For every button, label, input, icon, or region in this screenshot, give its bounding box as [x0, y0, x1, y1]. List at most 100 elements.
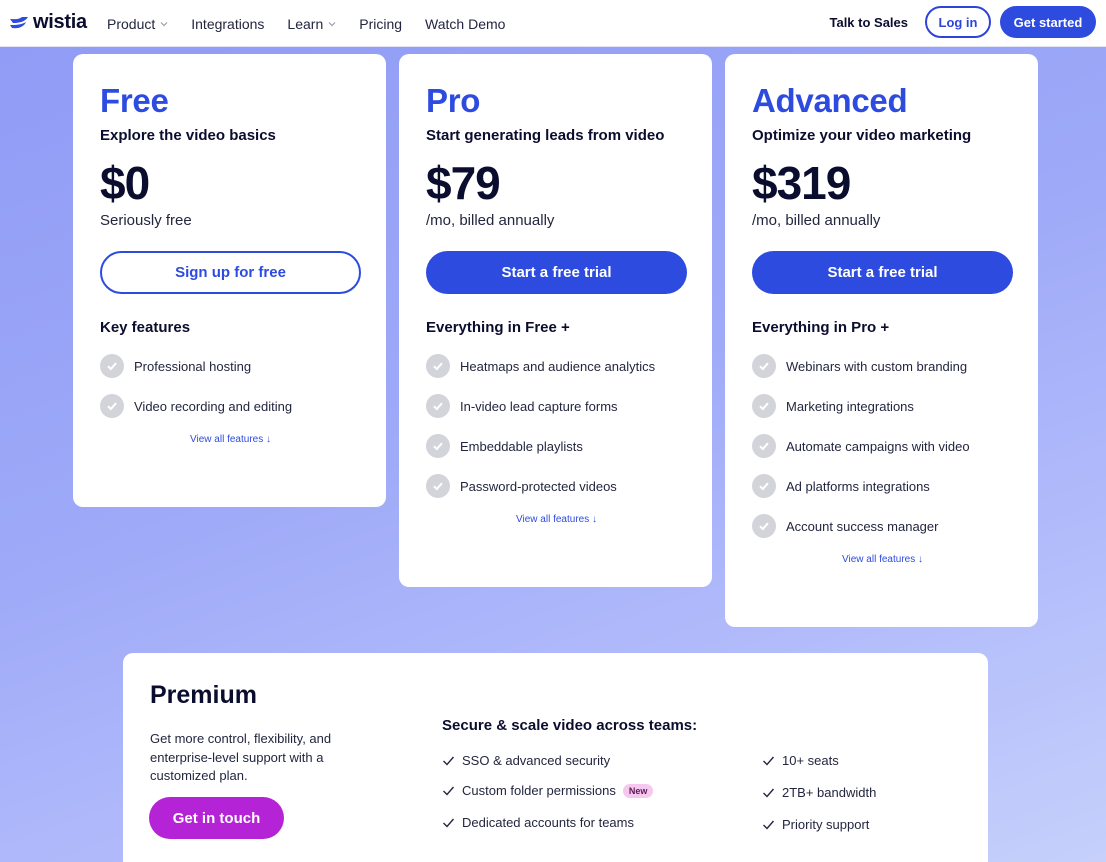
start-free-trial-button[interactable]: Start a free trial — [752, 251, 1013, 294]
premium-feature-item: 10+ seats — [762, 753, 839, 768]
brand-name: wistia — [33, 11, 87, 33]
checkmark-icon — [763, 788, 775, 798]
checkmark-icon — [763, 820, 775, 830]
feature-item: Account success manager — [752, 514, 1011, 538]
features-heading: Everything in Pro + — [752, 319, 890, 336]
nav-actions: Talk to Sales Log in Get started — [829, 6, 1096, 38]
plan-price: $319 — [752, 157, 851, 209]
chevron-down-icon — [160, 21, 168, 26]
nav-item-integrations[interactable]: Integrations — [191, 16, 264, 32]
check-icon — [426, 474, 450, 498]
check-icon — [752, 394, 776, 418]
feature-label: Embeddable playlists — [460, 438, 583, 454]
plan-price-note: Seriously free — [100, 212, 192, 229]
feature-list: Webinars with custom branding Marketing … — [752, 354, 1011, 538]
feature-label: Marketing integrations — [786, 398, 914, 414]
check-icon — [426, 394, 450, 418]
premium-feature-item: Priority support — [762, 817, 869, 832]
premium-title: Premium — [150, 681, 257, 709]
nav-item-pricing[interactable]: Pricing — [359, 16, 402, 32]
premium-feature-item: Dedicated accounts for teams — [442, 815, 634, 830]
feature-item: Video recording and editing — [100, 394, 359, 418]
premium-feature-label: 10+ seats — [782, 753, 839, 768]
talk-to-sales-link[interactable]: Talk to Sales — [829, 15, 908, 30]
checkmark-icon — [443, 786, 455, 796]
premium-feature-label: Priority support — [782, 817, 870, 832]
feature-item: Ad platforms integrations — [752, 474, 1011, 498]
nav-item-label: Integrations — [191, 15, 265, 32]
plan-card-premium: Premium Get more control, flexibility, a… — [123, 653, 988, 862]
plan-tagline: Start generating leads from video — [426, 127, 665, 144]
plan-tagline: Explore the video basics — [100, 127, 276, 144]
premium-feature-label: 2TB+ bandwidth — [782, 785, 877, 800]
premium-feature-label: Dedicated accounts for teams — [462, 815, 634, 830]
plan-name: Pro — [426, 82, 481, 119]
plan-name: Free — [100, 82, 169, 119]
check-icon — [752, 514, 776, 538]
feature-item: Marketing integrations — [752, 394, 1011, 418]
wistia-logo-icon — [10, 16, 28, 28]
feature-label: Automate campaigns with video — [786, 438, 970, 454]
check-icon — [426, 354, 450, 378]
premium-feature-item: SSO & advanced security — [442, 753, 610, 768]
feature-label: Webinars with custom branding — [786, 358, 968, 374]
nav-item-watch-demo[interactable]: Watch Demo — [425, 16, 505, 32]
plan-card-pro: Pro Start generating leads from video $7… — [399, 54, 712, 587]
feature-label: Ad platforms integrations — [786, 478, 930, 494]
nav-item-label: Learn — [287, 15, 324, 32]
checkmark-icon — [443, 818, 455, 828]
view-all-features-link[interactable]: View all features ↓ — [426, 514, 687, 525]
top-navigation: wistia Product Integrations Learn Pricin… — [0, 0, 1106, 47]
premium-description: Get more control, flexibility, and enter… — [150, 731, 332, 783]
plan-tagline: Optimize your video marketing — [752, 127, 972, 144]
premium-feature-label: Custom folder permissions — [462, 783, 616, 798]
get-in-touch-button[interactable]: Get in touch — [149, 797, 284, 839]
nav-item-label: Pricing — [359, 15, 403, 32]
view-all-features-link[interactable]: View all features ↓ — [752, 554, 1013, 565]
features-heading: Everything in Free + — [426, 319, 570, 336]
plan-name: Advanced — [752, 82, 908, 119]
feature-label: In-video lead capture forms — [460, 398, 618, 414]
feature-label: Account success manager — [786, 518, 939, 534]
plan-price: $79 — [426, 157, 501, 209]
check-icon — [426, 434, 450, 458]
plan-price-note: /mo, billed annually — [752, 212, 881, 229]
chevron-down-icon — [328, 21, 336, 26]
plan-price: $0 — [100, 157, 150, 209]
premium-feature-label: SSO & advanced security — [462, 753, 611, 768]
login-button[interactable]: Log in — [925, 6, 991, 38]
feature-list: Heatmaps and audience analytics In-video… — [426, 354, 685, 498]
check-icon — [100, 394, 124, 418]
wistia-logo[interactable]: wistia — [9, 11, 87, 34]
feature-item: Professional hosting — [100, 354, 359, 378]
premium-feature-item: Custom folder permissions New — [442, 783, 654, 798]
feature-item: Automate campaigns with video — [752, 434, 1011, 458]
checkmark-icon — [763, 756, 775, 766]
feature-label: Heatmaps and audience analytics — [460, 358, 656, 374]
check-icon — [752, 354, 776, 378]
new-badge: New — [622, 783, 654, 798]
feature-label: Video recording and editing — [134, 398, 293, 414]
feature-label: Professional hosting — [134, 358, 252, 374]
feature-item: In-video lead capture forms — [426, 394, 685, 418]
feature-item: Password-protected videos — [426, 474, 685, 498]
feature-label: Password-protected videos — [460, 478, 617, 494]
feature-list: Professional hosting Video recording and… — [100, 354, 359, 418]
feature-item: Embeddable playlists — [426, 434, 685, 458]
premium-features-heading: Secure & scale video across teams: — [442, 717, 698, 734]
view-all-features-link[interactable]: View all features ↓ — [100, 434, 361, 445]
plan-card-advanced: Advanced Optimize your video marketing $… — [725, 54, 1038, 627]
start-free-trial-button[interactable]: Start a free trial — [426, 251, 687, 294]
check-icon — [100, 354, 124, 378]
features-heading: Key features — [100, 319, 191, 336]
check-icon — [752, 434, 776, 458]
feature-item: Heatmaps and audience analytics — [426, 354, 685, 378]
sign-up-button[interactable]: Sign up for free — [100, 251, 361, 294]
nav-item-product[interactable]: Product — [107, 16, 168, 32]
premium-feature-item: 2TB+ bandwidth — [762, 785, 876, 800]
get-started-button[interactable]: Get started — [1000, 6, 1096, 38]
check-icon — [752, 474, 776, 498]
nav-item-label: Watch Demo — [425, 15, 506, 32]
nav-item-learn[interactable]: Learn — [287, 16, 336, 32]
nav-item-label: Product — [107, 15, 156, 32]
